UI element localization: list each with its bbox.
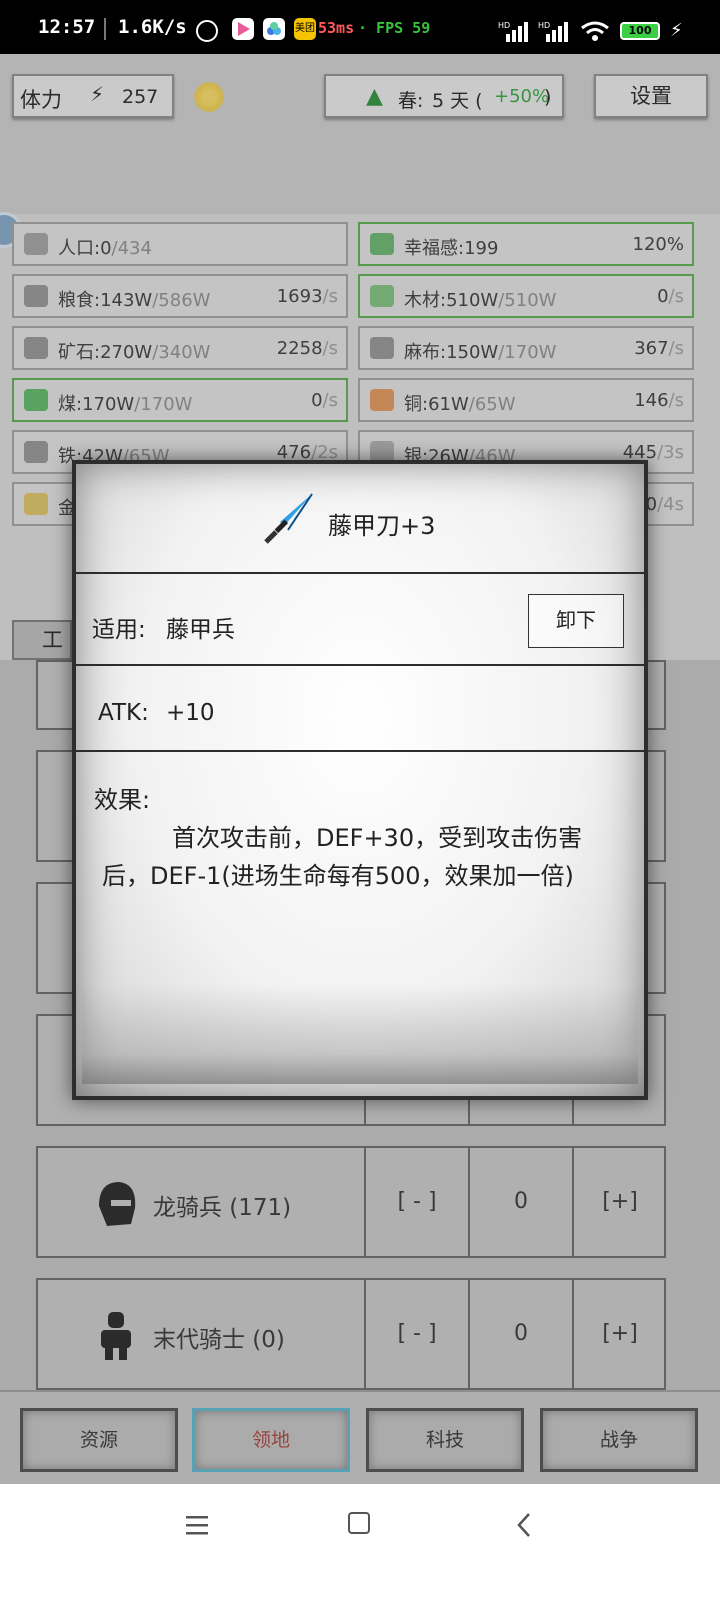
meituan-icon: 美团	[294, 18, 316, 40]
effect-label: 效果:	[94, 786, 151, 814]
system-nav-bar	[0, 1484, 720, 1600]
item-detail-dialog: 藤甲刀+3 适用: 藤甲兵 卸下 ATK: +10 效果: 首次攻击前，DEF+…	[72, 460, 648, 1100]
clock: 12:57	[38, 16, 96, 38]
alarm-icon	[196, 20, 218, 42]
wifi-icon	[580, 20, 610, 46]
status-bar: 12:57 1.6K/s 美团 53ms · FPS 59 HD HD 100 …	[0, 0, 720, 54]
menu-icon[interactable]	[186, 1514, 210, 1540]
svg-text:HD: HD	[498, 21, 510, 30]
back-icon[interactable]	[516, 1512, 532, 1542]
applies-value: 藤甲兵	[166, 617, 235, 643]
unequip-button[interactable]: 卸下	[528, 594, 624, 648]
sword-icon	[262, 490, 318, 550]
atk-value: +10	[166, 700, 215, 726]
ping-readout: 53ms	[318, 19, 355, 37]
play-store-icon	[232, 18, 254, 40]
signal-2-icon: HD	[538, 20, 572, 46]
effect-description: 首次攻击前，DEF+30，受到攻击伤害后，DEF-1(进场生命每有500，效果加…	[102, 824, 583, 890]
applies-label: 适用:	[92, 617, 146, 643]
item-title: 藤甲刀+3	[328, 512, 436, 540]
cloud-app-icon	[263, 18, 285, 40]
fps-readout: · FPS 59	[358, 19, 431, 37]
signal-icon: HD	[498, 20, 532, 46]
battery-icon: 100	[620, 22, 660, 40]
charging-icon: ⚡	[670, 20, 683, 41]
atk-label: ATK:	[98, 700, 149, 726]
svg-text:HD: HD	[538, 21, 550, 30]
network-speed: 1.6K/s	[118, 16, 187, 38]
home-icon[interactable]	[348, 1512, 370, 1534]
mountain-mist	[82, 984, 638, 1084]
